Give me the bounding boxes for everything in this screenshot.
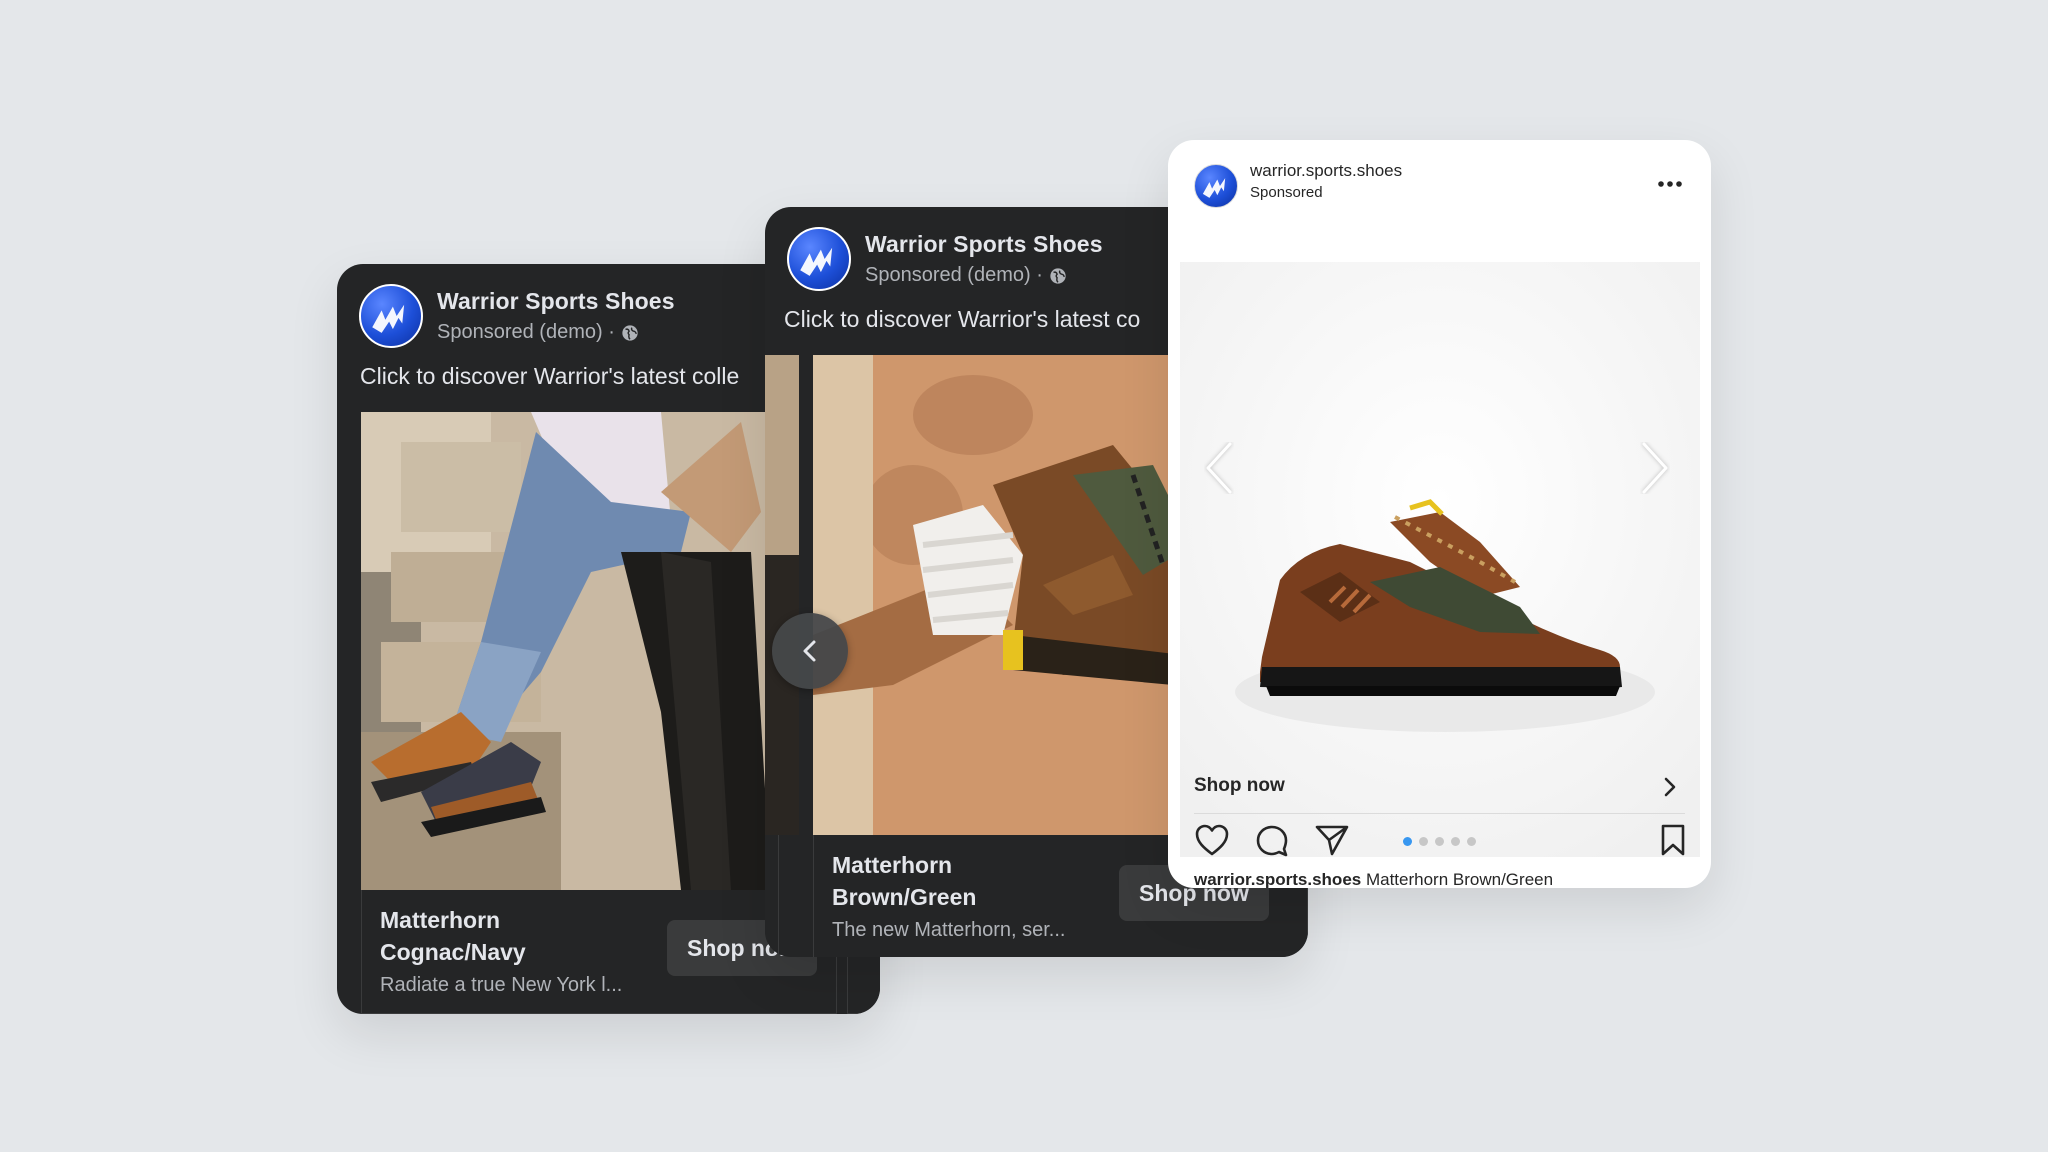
chevron-right-icon [1642, 442, 1668, 494]
page-name[interactable]: Warrior Sports Shoes [865, 231, 1103, 258]
heart-icon[interactable] [1194, 823, 1230, 857]
chevron-left-icon [1206, 442, 1232, 494]
caption-text: Matterhorn Brown/Green [1365, 870, 1554, 888]
ig-username[interactable]: warrior.sports.shoes [1250, 161, 1402, 181]
ad-primary-text: Click to discover Warrior's latest co [784, 306, 1141, 332]
shop-now-row[interactable]: Shop now [1194, 760, 1685, 814]
ig-ad-card: warrior.sports.shoes Sponsored Shop now … [1168, 140, 1711, 888]
globe-icon [1050, 267, 1066, 284]
caption: warrior.sports.shoes Matterhorn Brown/Gr… [1194, 870, 1553, 888]
carousel-prev-button[interactable] [1204, 442, 1234, 499]
share-icon[interactable] [1314, 823, 1350, 857]
more-horizontal-icon[interactable] [1657, 176, 1683, 187]
chevron-left-icon [803, 640, 816, 662]
carousel-dot-active [1403, 837, 1412, 846]
fb-ad-header: Warrior Sports Shoes Sponsored (demo) · [359, 284, 675, 348]
bookmark-icon[interactable] [1659, 823, 1687, 857]
brand-logo[interactable] [787, 227, 851, 291]
sponsored-label: Sponsored (demo) · [437, 321, 615, 343]
fb-ad-header: Warrior Sports Shoes Sponsored (demo) · [787, 227, 1103, 291]
carousel-dots [1403, 837, 1483, 849]
product-description: The new Matterhorn, ser... [832, 919, 1066, 941]
carousel-prev-button[interactable] [772, 613, 848, 689]
carousel-dot [1435, 837, 1444, 846]
page-name[interactable]: Warrior Sports Shoes [437, 288, 675, 315]
ad-primary-text: Click to discover Warrior's latest colle [360, 363, 740, 389]
brand-logo[interactable] [1194, 164, 1238, 208]
previous-product-card-footer[interactable] [765, 835, 779, 957]
carousel-dot [1419, 837, 1428, 846]
carousel-next-button[interactable] [1640, 442, 1670, 499]
carousel-dot [1467, 837, 1476, 846]
product-description: Radiate a true New York l... [380, 974, 623, 996]
sponsored-label: Sponsored (demo) · [865, 264, 1043, 286]
comment-icon[interactable] [1254, 823, 1290, 857]
globe-icon [622, 324, 638, 341]
product-title: Matterhorn Brown/Green [832, 852, 977, 910]
chevron-right-icon [1664, 777, 1676, 797]
divider [1194, 813, 1685, 814]
shop-now-label: Shop now [1194, 775, 1285, 796]
ig-sponsored-label: Sponsored [1250, 184, 1323, 201]
previous-product-photo-edge[interactable] [765, 355, 799, 835]
carousel-dot [1451, 837, 1460, 846]
caption-username[interactable]: warrior.sports.shoes [1194, 870, 1361, 888]
brand-logo[interactable] [359, 284, 423, 348]
product-title: Matterhorn Cognac/Navy [380, 907, 526, 965]
